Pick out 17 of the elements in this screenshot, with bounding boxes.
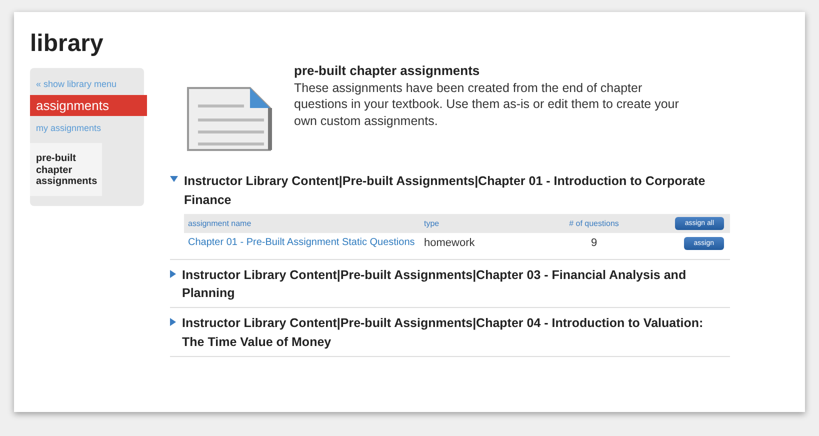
- table-cell-text: homework: [424, 236, 476, 248]
- section-title[interactable]: Instructor Library Content|Pre-built Assignments|Chapter 01 - Introduction to Corporate Finance: [184, 172, 719, 210]
- section-title[interactable]: Instructor Library Content|Pre-built Assignments|Chapter 04 - Introduction to Valuation: The Time Value of Money: [182, 314, 717, 352]
- table-cell-text: 9: [590, 236, 598, 248]
- page-title: library: [30, 30, 104, 58]
- intro-title: pre-built chapter assignments: [294, 63, 480, 78]
- column-header: assignment name: [188, 218, 252, 228]
- expand-arrow-icon[interactable]: [170, 318, 176, 326]
- assignment-link[interactable]: Chapter 01 - Pre-Built Assignment Static Questions: [188, 236, 424, 248]
- intro-description: These assignments have been created from the end of chapter questions in your textbook. Use them as-is or edit them to create your own custom assignments.: [294, 80, 680, 129]
- column-header: # of questions: [568, 218, 620, 228]
- expand-arrow-icon[interactable]: [170, 270, 176, 278]
- collapse-arrow-icon[interactable]: [170, 176, 178, 182]
- section-title[interactable]: Instructor Library Content|Pre-built Assignments|Chapter 03 - Financial Analysis and Planning: [182, 266, 717, 303]
- column-header: type: [424, 218, 440, 228]
- current-page-label: pre-built chapter assignments: [30, 143, 102, 196]
- sidebar-link[interactable]: assignments: [30, 95, 147, 116]
